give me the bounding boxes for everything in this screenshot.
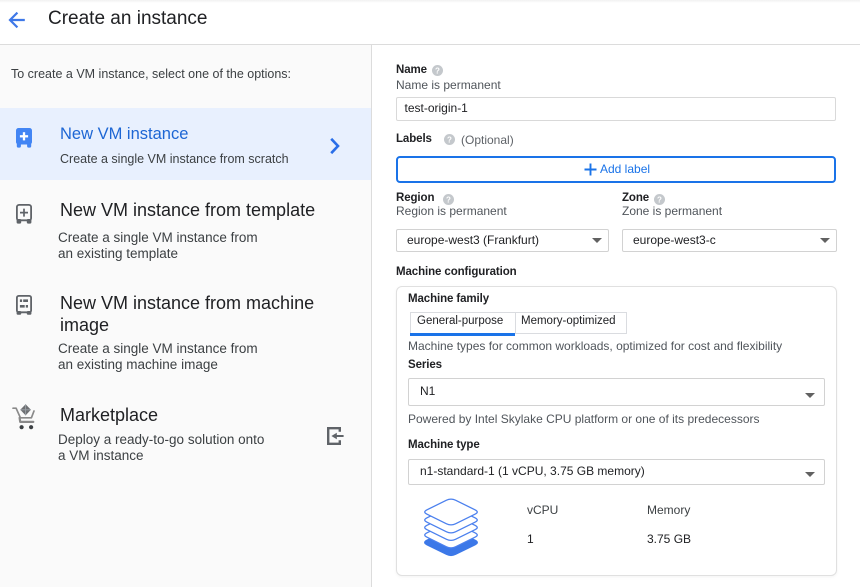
svg-text:?: ? bbox=[657, 195, 662, 204]
svg-text:?: ? bbox=[435, 66, 440, 75]
svg-text:?: ? bbox=[446, 195, 451, 204]
svg-text:?: ? bbox=[447, 135, 452, 144]
